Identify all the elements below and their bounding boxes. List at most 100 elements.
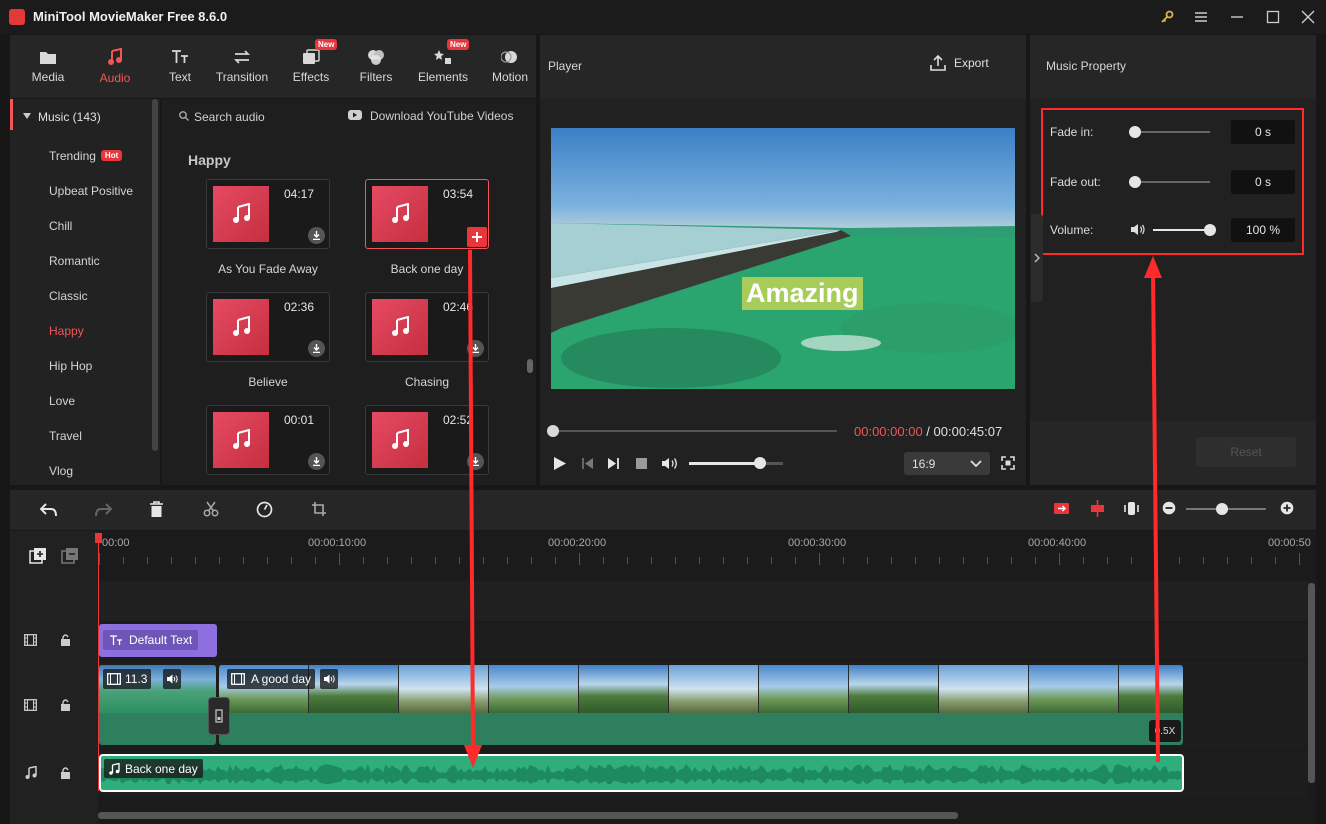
volume-slider[interactable] <box>689 462 783 465</box>
category-upbeat-positive[interactable]: Upbeat Positive <box>10 173 150 208</box>
ruler-tick <box>747 557 748 564</box>
tool-filters[interactable]: Filters <box>352 35 400 98</box>
volume-slider-handle[interactable] <box>754 457 767 469</box>
lock-icon[interactable] <box>60 698 71 711</box>
category-chill[interactable]: Chill <box>10 208 150 243</box>
key-icon[interactable] <box>1156 7 1178 27</box>
music-card[interactable]: 02:52 <box>365 405 489 475</box>
minimize-icon[interactable] <box>1226 7 1248 27</box>
caret-down-icon <box>23 113 31 119</box>
zoom-in-icon[interactable] <box>1280 501 1294 515</box>
music-category-header[interactable]: Music (143) <box>10 99 160 134</box>
speed-icon[interactable] <box>256 501 273 518</box>
crop-icon[interactable] <box>311 501 327 517</box>
tool-audio[interactable]: Audio <box>91 35 139 98</box>
music-card-selected[interactable]: 03:54 <box>365 179 489 249</box>
zoom-slider-handle[interactable] <box>1216 503 1228 515</box>
download-icon[interactable] <box>308 453 325 470</box>
previous-frame-icon[interactable] <box>581 457 594 470</box>
music-card[interactable]: 04:17 <box>206 179 330 249</box>
download-youtube-button[interactable]: Download YouTube Videos <box>370 109 513 123</box>
fullscreen-icon[interactable] <box>1001 456 1015 470</box>
aspect-ratio-select[interactable]: 16:9 <box>904 452 990 475</box>
delete-icon[interactable] <box>149 501 164 518</box>
clip-volume-icon[interactable] <box>163 669 181 689</box>
tool-transition[interactable]: Transition <box>212 35 272 98</box>
download-icon[interactable] <box>467 340 484 357</box>
waveform-shape <box>101 764 1181 785</box>
text-clip[interactable]: Default Text <box>99 624 217 657</box>
video-clip-1[interactable]: 11.3 <box>99 665 216 745</box>
sidebar-scrollbar[interactable] <box>152 99 158 451</box>
close-icon[interactable] <box>1297 7 1319 27</box>
maximize-icon[interactable] <box>1262 7 1284 27</box>
add-to-timeline-button[interactable] <box>467 227 487 247</box>
library-scrollbar[interactable] <box>527 359 533 373</box>
split-scissors-icon[interactable] <box>203 501 219 517</box>
overlay-text[interactable]: Amazing <box>742 277 863 310</box>
empty-track <box>98 581 1308 621</box>
undo-icon[interactable] <box>40 502 58 518</box>
text-icon <box>172 50 188 63</box>
tool-text[interactable]: Text <box>156 35 204 98</box>
snap-icon[interactable] <box>1123 500 1140 517</box>
panel-collapse-handle[interactable] <box>1031 214 1043 302</box>
timeline-horizontal-scrollbar[interactable] <box>98 812 958 819</box>
time-ruler[interactable]: 00:00 00:00:10:00 00:00:20:00 00:00:30:0… <box>98 531 1316 581</box>
download-icon[interactable] <box>308 340 325 357</box>
playback-progress-track[interactable] <box>553 430 837 432</box>
transition-marker[interactable] <box>208 697 230 735</box>
add-track-icon[interactable] <box>29 547 47 565</box>
category-love[interactable]: Love <box>10 383 150 418</box>
category-hip-hop[interactable]: Hip Hop <box>10 348 150 383</box>
ruler-tick <box>915 557 916 564</box>
video-preview[interactable]: Amazing <box>551 128 1015 389</box>
volume-icon[interactable] <box>661 456 678 471</box>
music-note-icon <box>109 762 120 775</box>
video-clip-2[interactable]: A good day 0.5X <box>219 665 1183 745</box>
stop-icon[interactable] <box>635 457 648 470</box>
play-icon[interactable] <box>553 456 567 471</box>
ruler-tick <box>651 557 652 564</box>
tool-effects[interactable]: New Effects <box>285 35 338 98</box>
download-icon[interactable] <box>467 453 484 470</box>
music-card[interactable]: 00:01 <box>206 405 330 475</box>
film-track-icon <box>24 699 37 711</box>
search-audio-button[interactable]: Search audio <box>194 110 265 124</box>
reset-button[interactable]: Reset <box>1196 437 1296 467</box>
download-icon[interactable] <box>308 227 325 244</box>
ruler-tick <box>363 557 364 564</box>
category-classic[interactable]: Classic <box>10 278 150 313</box>
filmstrip-frame <box>939 665 1029 713</box>
audio-clip[interactable]: Back one day <box>99 754 1184 792</box>
tool-motion[interactable]: Motion <box>486 35 534 98</box>
menu-icon[interactable] <box>1190 7 1212 27</box>
music-card[interactable]: 02:46 <box>365 292 489 362</box>
remove-track-icon[interactable] <box>61 547 79 565</box>
lock-icon[interactable] <box>60 633 71 646</box>
category-vlog[interactable]: Vlog <box>10 453 150 488</box>
next-frame-icon[interactable] <box>607 457 620 470</box>
zoom-out-icon[interactable] <box>1162 501 1176 515</box>
property-title: Music Property <box>1046 59 1127 73</box>
export-button[interactable]: Export <box>930 55 989 71</box>
tool-media[interactable]: Media <box>24 35 72 98</box>
playhead[interactable] <box>98 533 99 791</box>
timeline-vertical-scrollbar[interactable] <box>1308 583 1315 783</box>
lock-icon[interactable] <box>60 766 71 779</box>
ruler-tick <box>1299 553 1300 565</box>
playback-progress-handle[interactable] <box>547 425 559 437</box>
ruler-tick <box>195 557 196 564</box>
music-card[interactable]: 02:36 <box>206 292 330 362</box>
category-travel[interactable]: Travel <box>10 418 150 453</box>
redo-icon[interactable] <box>94 502 112 518</box>
ruler-tick <box>963 557 964 564</box>
clip-volume-icon[interactable] <box>320 669 338 689</box>
category-romantic[interactable]: Romantic <box>10 243 150 278</box>
fit-audio-icon[interactable] <box>1053 500 1070 517</box>
split-marker-icon[interactable] <box>1089 500 1106 517</box>
playhead-handle[interactable] <box>95 533 102 543</box>
category-happy[interactable]: Happy <box>10 313 150 348</box>
category-trending[interactable]: Trending Hot <box>10 138 150 173</box>
tool-elements[interactable]: New Elements <box>413 35 473 98</box>
